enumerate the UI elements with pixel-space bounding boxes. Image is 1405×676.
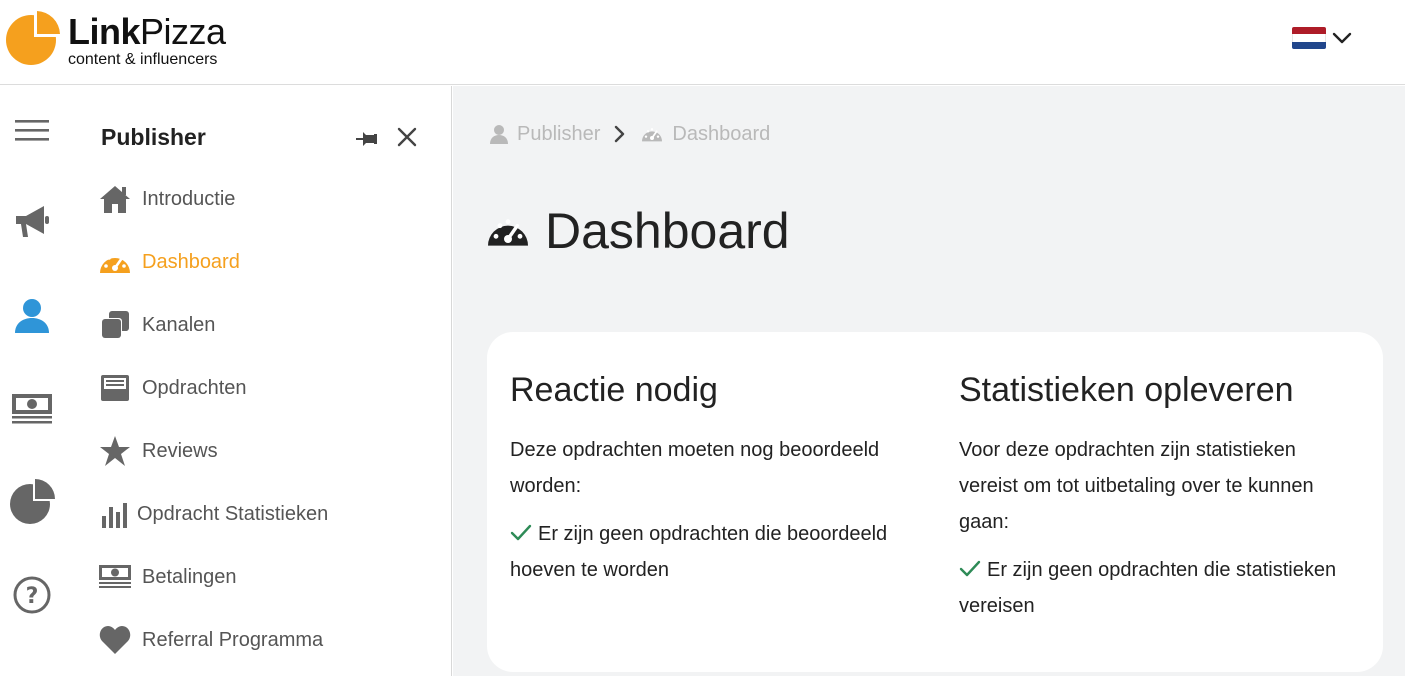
heart-icon: [99, 626, 131, 654]
sidebar-item-label: Kanalen: [142, 313, 216, 336]
money-icon: [99, 565, 131, 588]
section-description: Deze opdrachten moeten nog beoordeeld wo…: [510, 439, 880, 497]
rail-statistics-button[interactable]: [9, 479, 55, 525]
money-icon: [12, 394, 52, 424]
breadcrumb-label: Dashboard: [672, 122, 771, 145]
brand-name-regular: Pizza: [140, 11, 226, 52]
section-heading: Reactie nodig: [510, 371, 718, 409]
dashboard-card: Reactie nodig Deze opdrachten moeten nog…: [487, 332, 1383, 672]
page-title: Dashboard: [485, 196, 790, 266]
megaphone-icon: [16, 206, 49, 237]
hamburger-icon: [15, 120, 49, 141]
sidebar-item-label: Referral Programma: [142, 628, 324, 651]
section-reactie-nodig: Reactie nodig Deze opdrachten moeten nog…: [510, 370, 910, 588]
user-icon: [490, 125, 508, 144]
star-icon: [100, 436, 130, 466]
chevron-down-icon: [1332, 32, 1352, 44]
sidebar-panel: Publisher Introductie Dashboard Kanalen …: [66, 86, 452, 676]
sidebar-item-betalingen[interactable]: Betalingen: [98, 557, 237, 597]
breadcrumb-publisher[interactable]: Publisher: [489, 123, 600, 146]
tachometer-icon: [642, 128, 663, 142]
breadcrumb-label: Publisher: [517, 122, 601, 145]
section-status: Er zijn geen opdrachten die beoordeeld h…: [510, 516, 910, 588]
rail-advertiser-button[interactable]: [9, 198, 55, 244]
close-icon[interactable]: [394, 124, 420, 150]
sidebar-item-opdracht-statistieken[interactable]: Opdracht Statistieken: [98, 494, 328, 534]
sidebar-item-reviews[interactable]: Reviews: [98, 431, 218, 471]
check-icon: [510, 524, 532, 541]
rail-publisher-button[interactable]: [9, 293, 55, 339]
breadcrumb: Publisher Dashboard: [489, 120, 770, 148]
sidebar-item-label: Dashboard: [142, 250, 240, 273]
brand-name[interactable]: LinkPizza: [68, 12, 226, 52]
sidebar-item-label: Opdrachten: [142, 376, 247, 399]
check-icon: [959, 560, 981, 577]
netherlands-flag-icon: [1292, 27, 1326, 49]
section-heading: Statistieken opleveren: [959, 371, 1294, 409]
language-selector[interactable]: [1292, 26, 1356, 50]
sidebar-title: Publisher: [101, 124, 206, 150]
svg-text:?: ?: [26, 584, 39, 609]
section-status: Er zijn geen opdrachten die statistieken…: [959, 552, 1359, 624]
brand-name-bold: Link: [68, 11, 141, 52]
rail-help-button[interactable]: ?: [9, 572, 55, 618]
sidebar-item-label: Introductie: [142, 187, 236, 210]
breadcrumb-dashboard[interactable]: Dashboard: [640, 123, 770, 146]
sidebar-item-opdrachten[interactable]: Opdrachten: [98, 368, 247, 408]
tachometer-icon: [488, 219, 528, 246]
chevron-right-icon: [614, 125, 626, 143]
question-icon: ?: [13, 576, 51, 614]
pie-chart-icon: [10, 479, 55, 524]
sidebar-item-label: Reviews: [142, 439, 218, 462]
top-header: LinkPizza content & influencers: [0, 0, 1405, 85]
tachometer-icon: [100, 253, 130, 273]
home-icon: [100, 186, 130, 213]
pin-icon[interactable]: [354, 126, 380, 152]
sidebar-item-kanalen[interactable]: Kanalen: [98, 305, 215, 345]
pizza-slice-logo[interactable]: [4, 10, 60, 66]
sidebar-item-referral-programma[interactable]: Referral Programma: [98, 620, 323, 660]
sidebar-item-introductie[interactable]: Introductie: [98, 179, 235, 219]
menu-toggle-button[interactable]: [9, 108, 55, 154]
page-title-text: Dashboard: [545, 203, 790, 259]
bar-chart-icon: [102, 503, 127, 528]
icon-rail: ?: [0, 86, 66, 676]
clone-icon: [101, 311, 129, 339]
brand-tagline: content & influencers: [68, 51, 218, 68]
rail-payments-button[interactable]: [9, 385, 55, 431]
sidebar-item-label: Betalingen: [142, 565, 237, 588]
user-icon: [15, 299, 49, 333]
section-description: Voor deze opdrachten zijn statistieken v…: [959, 439, 1314, 533]
section-status-text: Er zijn geen opdrachten die beoordeeld h…: [510, 523, 888, 581]
section-statistieken-opleveren: Statistieken opleveren Voor deze opdrach…: [959, 370, 1359, 624]
section-status-text: Er zijn geen opdrachten die statistieken…: [959, 559, 1337, 617]
main-content: Publisher Dashboard Dashboard Reactie no…: [453, 86, 1405, 676]
sidebar-item-dashboard[interactable]: Dashboard: [98, 242, 240, 282]
sidebar-item-label: Opdracht Statistieken: [137, 502, 329, 525]
inbox-icon: [101, 375, 129, 401]
